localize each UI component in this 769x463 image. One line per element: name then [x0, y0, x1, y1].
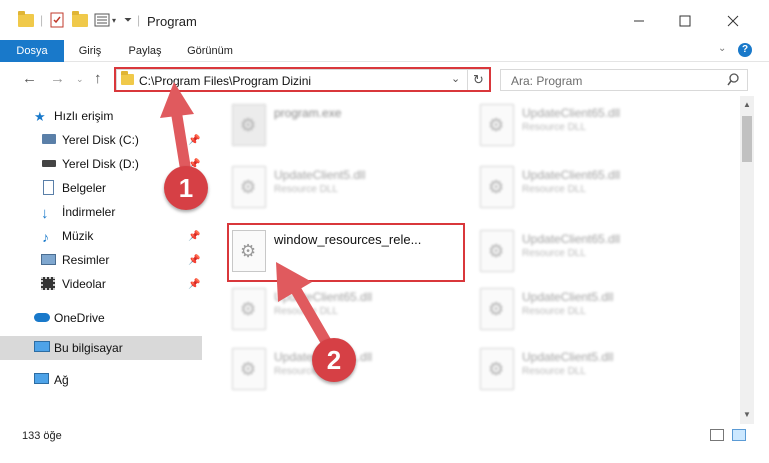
maximize-button[interactable] [662, 7, 708, 35]
file-item[interactable]: UpdateClient65.dll Resource DLL [478, 224, 710, 280]
exe-file-icon [232, 104, 266, 146]
new-folder-icon[interactable] [72, 10, 88, 29]
window-title: Program [147, 14, 197, 29]
file-item[interactable]: program.exe [230, 98, 462, 154]
drive-icon [42, 160, 56, 167]
title-bar: | ▾ ⏷ | Program [0, 0, 769, 40]
up-button[interactable]: ↑ [94, 70, 102, 87]
tiles-view-icon[interactable] [732, 429, 746, 441]
sidebar-item-this-pc[interactable]: Bu bilgisayar [0, 336, 202, 360]
details-view-icon[interactable] [710, 429, 724, 441]
star-icon: ★ [34, 109, 46, 124]
sidebar-item-videos[interactable]: Videolar 📌 [0, 272, 202, 296]
scroll-up-icon[interactable]: ▲ [742, 98, 752, 112]
search-icon [727, 73, 740, 89]
step-badge-2: 2 [312, 338, 356, 382]
dll-file-icon [480, 348, 514, 390]
vertical-scrollbar[interactable]: ▲ ▼ [740, 96, 754, 424]
scroll-thumb[interactable] [742, 116, 752, 162]
dll-file-icon [480, 288, 514, 330]
file-item[interactable]: UpdateClient65.dll Resource DLL [478, 98, 710, 154]
sidebar-item-pictures[interactable]: Resimler 📌 [0, 248, 202, 272]
view-switcher [710, 429, 746, 441]
status-bar: 133 öğe [0, 424, 769, 448]
pin-icon[interactable]: 📌 [188, 255, 200, 266]
expand-ribbon-icon[interactable]: ⌄ [718, 43, 726, 54]
file-item[interactable]: UpdateClient5.dll Resource DLL [230, 160, 462, 216]
properties-icon[interactable] [50, 11, 64, 29]
view-icon[interactable] [94, 11, 110, 29]
help-icon[interactable]: ? [738, 43, 752, 57]
file-item[interactable]: UpdateClient5.dll Resource DLL [478, 282, 710, 338]
document-icon [43, 180, 54, 195]
pin-icon[interactable]: 📌 [188, 231, 200, 242]
file-item[interactable]: UpdateClient5.dll Resource DLL [478, 342, 710, 398]
network-icon [34, 373, 49, 384]
recent-locations-icon[interactable]: ⌄ [76, 74, 84, 85]
separator: | [137, 13, 141, 27]
step-badge-1: 1 [164, 166, 208, 210]
back-button[interactable]: ← [22, 70, 37, 87]
pin-icon[interactable]: 📌 [188, 279, 200, 290]
video-icon [41, 277, 55, 290]
tab-file[interactable]: Dosya [0, 40, 64, 62]
computer-icon [34, 341, 50, 352]
music-icon: ♪ [42, 229, 49, 245]
sidebar-item-music[interactable]: ♪ Müzik 📌 [0, 224, 202, 248]
dll-file-icon [480, 166, 514, 208]
dll-file-icon [232, 348, 266, 390]
tab-home[interactable]: Giriş [66, 40, 114, 62]
dll-file-icon [232, 166, 266, 208]
address-highlight [114, 67, 491, 92]
file-item[interactable]: UpdateClient65.dll Resource DLL [230, 282, 462, 338]
scroll-down-icon[interactable]: ▼ [742, 408, 752, 422]
search-placeholder: Ara: Program [511, 74, 583, 88]
pin-icon[interactable]: 📌 [188, 135, 200, 146]
drive-icon [42, 134, 56, 144]
file-item[interactable]: UpdateClient65.dll Resource DLL [478, 160, 710, 216]
separator: | [40, 13, 44, 27]
dll-file-icon [480, 104, 514, 146]
dropdown-icon[interactable]: ▾ [112, 11, 116, 29]
close-button[interactable] [710, 7, 756, 35]
minimize-button[interactable] [616, 7, 662, 35]
sidebar-item-disk-c[interactable]: Yerel Disk (C:) 📌 [0, 128, 202, 152]
sidebar-item-network[interactable]: Ağ [0, 368, 202, 392]
download-icon: ↓ [41, 205, 49, 222]
sidebar-item-onedrive[interactable]: OneDrive [0, 306, 202, 330]
folder-icon[interactable] [18, 10, 34, 29]
dll-file-icon [232, 288, 266, 330]
navigation-pane: ★ Hızlı erişim Yerel Disk (C:) 📌 Yerel D… [0, 96, 206, 418]
dll-file-icon [480, 230, 514, 272]
customize-toolbar-icon[interactable]: ⏷ [124, 11, 132, 29]
item-count: 133 öğe [22, 430, 62, 442]
ribbon: Dosya Giriş Paylaş Görünüm ⌄ ? [0, 40, 769, 62]
forward-button[interactable]: → [50, 70, 65, 87]
sidebar-item-quick-access[interactable]: ★ Hızlı erişim [0, 104, 202, 128]
file-highlight [227, 223, 465, 282]
pictures-icon [41, 254, 56, 265]
cloud-icon [34, 313, 50, 322]
tab-share[interactable]: Paylaş [120, 40, 170, 62]
search-input[interactable]: Ara: Program [500, 69, 748, 91]
tab-view[interactable]: Görünüm [178, 40, 242, 62]
